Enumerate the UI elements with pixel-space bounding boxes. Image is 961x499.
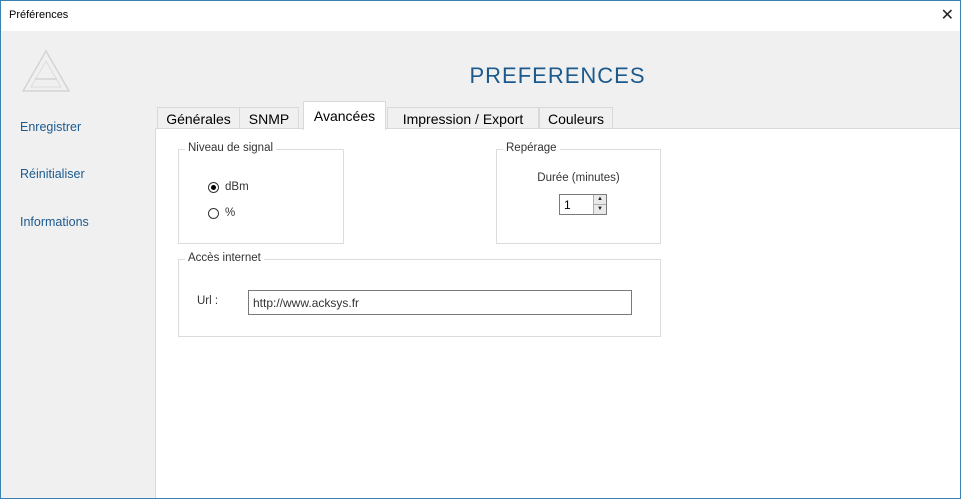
url-label: Url : [197, 295, 219, 307]
tab-couleurs[interactable]: Couleurs [539, 107, 613, 129]
radio-row-percent: % [208, 207, 235, 219]
reperage-group: Repérage Durée (minutes) 1 ▲ ▼ [496, 142, 661, 244]
radio-percent[interactable] [208, 207, 219, 219]
close-icon[interactable]: ✕ [941, 5, 954, 25]
window-title: Préférences [9, 9, 69, 21]
app-logo-icon [21, 49, 71, 92]
internet-access-legend: Accès internet [185, 252, 264, 264]
main-content: PREFERENCES Générales SNMP Avancées Impr… [155, 31, 960, 498]
tab-generales[interactable]: Générales [157, 107, 240, 129]
sidebar-item-reinitialiser[interactable]: Réinitialiser [20, 167, 85, 181]
duration-value: 1 [564, 198, 571, 212]
reperage-legend: Repérage [503, 142, 560, 154]
tab-impression-export[interactable]: Impression / Export [387, 107, 539, 129]
radio-dbm-label: dBm [225, 181, 249, 193]
sidebar-item-informations[interactable]: Informations [20, 215, 89, 229]
sidebar: Enregistrer Réinitialiser Informations [1, 31, 155, 498]
sidebar-item-enregistrer[interactable]: Enregistrer [20, 120, 81, 134]
signal-level-group: Niveau de signal dBm % [178, 142, 344, 244]
url-input[interactable] [248, 290, 632, 315]
title-bar: Préférences ✕ [1, 1, 960, 31]
stepper-up-icon[interactable]: ▲ [594, 195, 606, 205]
radio-percent-label: % [225, 207, 236, 219]
signal-level-legend: Niveau de signal [185, 142, 277, 154]
preferences-window: Préférences ✕ Enregistrer Réinitialiser … [0, 0, 961, 499]
internet-access-group: Accès internet Url : [178, 252, 661, 337]
stepper-down-icon[interactable]: ▼ [594, 205, 606, 214]
radio-dbm[interactable] [208, 181, 219, 193]
page-title: PREFERENCES [469, 63, 646, 88]
tab-panel-avancees: Niveau de signal dBm % Repérage Durée (m… [155, 128, 960, 498]
stepper-buttons: ▲ ▼ [593, 195, 606, 214]
tab-avancees[interactable]: Avancées [303, 101, 386, 130]
radio-row-dbm: dBm [208, 181, 249, 193]
tab-snmp[interactable]: SNMP [239, 107, 299, 129]
duration-label: Durée (minutes) [537, 172, 620, 184]
duration-stepper[interactable]: 1 ▲ ▼ [559, 194, 607, 215]
